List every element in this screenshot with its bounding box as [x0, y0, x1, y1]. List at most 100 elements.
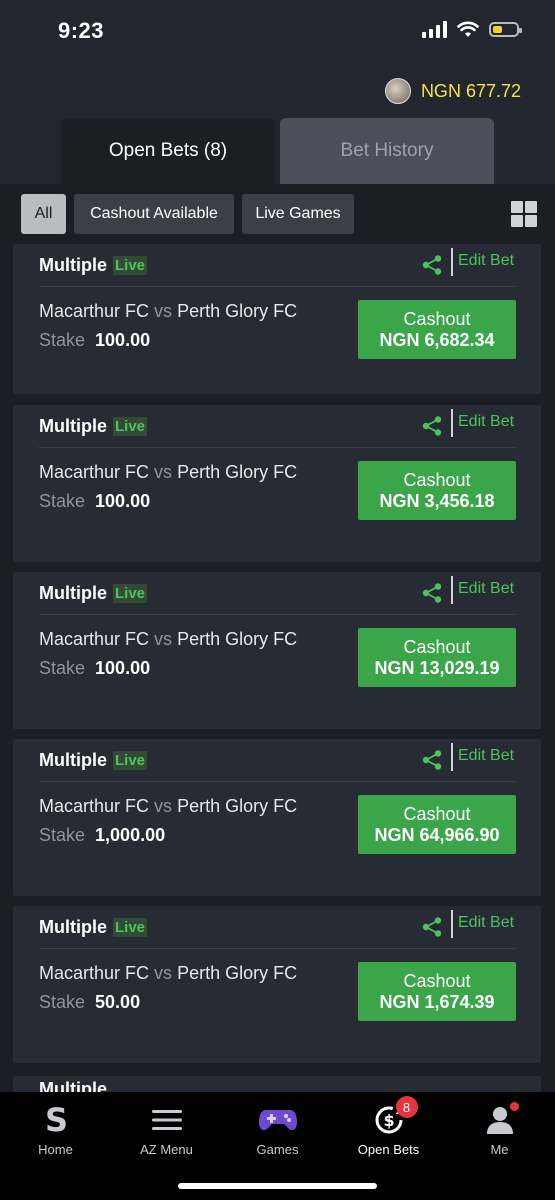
match-teams: Macarthur FC vs Perth Glory FC [39, 301, 297, 322]
wifi-icon [457, 21, 479, 37]
live-badge: Live [113, 917, 148, 937]
cashout-amount: NGN 13,029.19 [374, 657, 500, 678]
cashout-button[interactable]: Cashout NGN 6,682.34 [358, 300, 516, 359]
divider [39, 781, 515, 782]
edit-bet-link[interactable]: Edit Bet [458, 252, 514, 270]
cashout-button[interactable]: Cashout NGN 13,029.19 [358, 628, 516, 687]
filter-all-chip[interactable]: All [21, 194, 66, 234]
divider [451, 576, 453, 604]
cashout-label: Cashout [403, 636, 471, 657]
bet-card-header: Multiple Live [39, 906, 148, 948]
vs-label: vs [154, 462, 173, 482]
cashout-refresh-icon: $ 8 [372, 1096, 418, 1142]
vs-label: vs [154, 963, 173, 983]
header: NGN 677.72 Open Bets (8) Bet History [0, 62, 555, 184]
cashout-button[interactable]: Cashout NGN 64,966.90 [358, 795, 516, 854]
live-badge: Live [113, 255, 148, 275]
bet-card: Multiple Live Edit Bet Macarthur FC vs P… [13, 906, 541, 1063]
away-team: Perth Glory FC [177, 629, 298, 649]
home-logo-icon: S [42, 1098, 70, 1142]
avatar [384, 78, 411, 104]
cashout-button[interactable]: Cashout NGN 1,674.39 [358, 962, 516, 1021]
stake: Stake 1,000.00 [39, 825, 165, 846]
bet-card: Multiple Live Edit Bet Macarthur FC vs P… [13, 405, 541, 562]
home-team: Macarthur FC [39, 462, 150, 482]
share-icon[interactable] [421, 916, 443, 938]
live-badge: Live [113, 416, 148, 436]
bet-card-header: Multiple Live [39, 739, 148, 781]
stake: Stake 100.00 [39, 658, 150, 679]
nav-games-label: Games [256, 1142, 299, 1157]
stake-value: 100.00 [95, 491, 151, 511]
home-team: Macarthur FC [39, 301, 150, 321]
filter-cashout-available-chip[interactable]: Cashout Available [74, 194, 234, 234]
vs-label: vs [154, 796, 173, 816]
battery-icon [489, 21, 522, 37]
match-teams: Macarthur FC vs Perth Glory FC [39, 796, 297, 817]
status-icons [422, 20, 522, 38]
away-team: Perth Glory FC [177, 963, 298, 983]
nav-az-menu-label: AZ Menu [140, 1142, 193, 1157]
bet-card-header: Multiple Live [39, 244, 148, 286]
bet-card-header: Multiple [39, 1068, 107, 1093]
bet-type: Multiple [39, 415, 107, 436]
nav-me-label: Me [490, 1142, 509, 1157]
bet-card-header: Multiple Live [39, 405, 148, 447]
bet-card: Multiple Live Edit Bet Macarthur FC vs P… [13, 739, 541, 896]
divider [451, 910, 453, 938]
cellular-signal-icon [422, 20, 447, 38]
nav-home[interactable]: S Home [0, 1092, 111, 1164]
filter-live-games-chip[interactable]: Live Games [242, 194, 354, 234]
nav-me[interactable]: Me [444, 1092, 555, 1164]
tab-open-bets[interactable]: Open Bets (8) [61, 118, 275, 184]
cashout-amount: NGN 3,456.18 [379, 490, 495, 511]
share-icon[interactable] [421, 254, 443, 276]
stake-value: 100.00 [95, 330, 151, 350]
cashout-label: Cashout [403, 469, 471, 490]
status-time: 9:23 [58, 18, 105, 43]
balance[interactable]: NGN 677.72 [384, 78, 521, 104]
cashout-button[interactable]: Cashout NGN 3,456.18 [358, 461, 516, 520]
nav-open-bets[interactable]: $ 8 Open Bets [333, 1092, 444, 1164]
gamepad-icon [258, 1098, 298, 1142]
edit-bet-link[interactable]: Edit Bet [458, 580, 514, 598]
nav-az-menu[interactable]: AZ Menu [111, 1092, 222, 1164]
share-icon[interactable] [421, 415, 443, 437]
share-icon[interactable] [421, 749, 443, 771]
match-teams: Macarthur FC vs Perth Glory FC [39, 963, 297, 984]
vs-label: vs [154, 629, 173, 649]
stake: Stake 100.00 [39, 491, 150, 512]
divider [451, 409, 453, 437]
share-icon[interactable] [421, 582, 443, 604]
divider [39, 948, 515, 949]
match-teams: Macarthur FC vs Perth Glory FC [39, 629, 297, 650]
nav-open-bets-label: Open Bets [357, 1142, 420, 1157]
divider [451, 248, 453, 276]
open-bets-badge: 8 [395, 1096, 418, 1118]
notification-dot [509, 1102, 519, 1111]
live-badge: Live [113, 583, 148, 603]
live-badge: Live [113, 750, 148, 770]
cashout-label: Cashout [403, 308, 471, 329]
svg-text:$: $ [383, 1111, 394, 1130]
cashout-amount: NGN 6,682.34 [379, 329, 495, 350]
home-team: Macarthur FC [39, 963, 150, 983]
bet-type: Multiple [39, 749, 107, 770]
balance-amount: NGN 677.72 [420, 80, 521, 101]
cashout-amount: NGN 64,966.90 [374, 824, 500, 845]
edit-bet-link[interactable]: Edit Bet [458, 914, 514, 932]
bet-type: Multiple [39, 254, 107, 275]
match-teams: Macarthur FC vs Perth Glory FC [39, 462, 297, 483]
edit-bet-link[interactable]: Edit Bet [458, 747, 514, 765]
edit-bet-link[interactable]: Edit Bet [458, 413, 514, 431]
stake-label: Stake [39, 825, 86, 845]
bet-card-header: Multiple Live [39, 572, 148, 614]
tab-bet-history[interactable]: Bet History [280, 118, 494, 184]
nav-games[interactable]: Games [222, 1092, 333, 1164]
grid-view-icon[interactable] [511, 201, 537, 227]
filter-bar: All Cashout Available Live Games [0, 184, 555, 244]
stake-label: Stake [39, 330, 86, 350]
home-team: Macarthur FC [39, 629, 150, 649]
divider [39, 614, 515, 615]
stake-label: Stake [39, 658, 86, 678]
